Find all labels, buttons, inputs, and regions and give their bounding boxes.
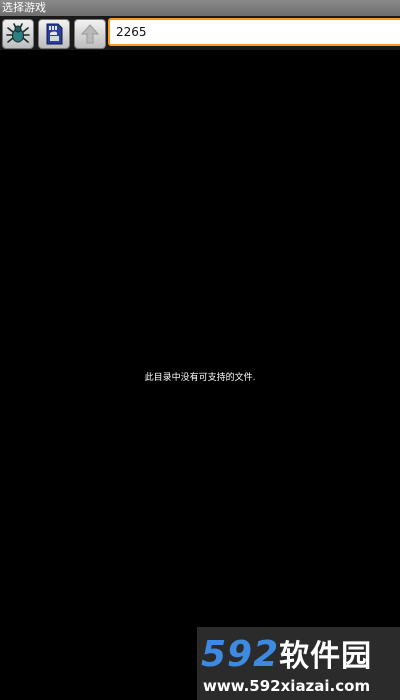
watermark-logo-chinese: 软件园 <box>279 639 373 674</box>
arrow-up-icon <box>81 24 99 44</box>
bug-icon <box>6 23 30 43</box>
toolbar <box>0 16 400 50</box>
game-picker-screen: 选择游戏 2265 此目录中没有可支持的文件. 592软件园 www.592xi… <box>0 0 400 700</box>
sd-card-icon <box>46 23 63 45</box>
watermark-logo-text: 592软件园 <box>201 635 372 677</box>
watermark-logo: 592软件园 www.592xiazai.com <box>197 627 400 700</box>
directory-path-input[interactable] <box>108 18 400 46</box>
window-title: 选择游戏 <box>0 0 400 16</box>
empty-directory-message: 此目录中没有可支持的文件. <box>144 373 256 383</box>
parent-directory-button[interactable] <box>74 19 106 49</box>
watermark-logo-number: 592 <box>201 634 280 675</box>
watermark-url: www.592xiazai.com <box>203 677 371 695</box>
bug-button[interactable] <box>2 19 34 49</box>
sd-card-button[interactable] <box>38 19 70 49</box>
